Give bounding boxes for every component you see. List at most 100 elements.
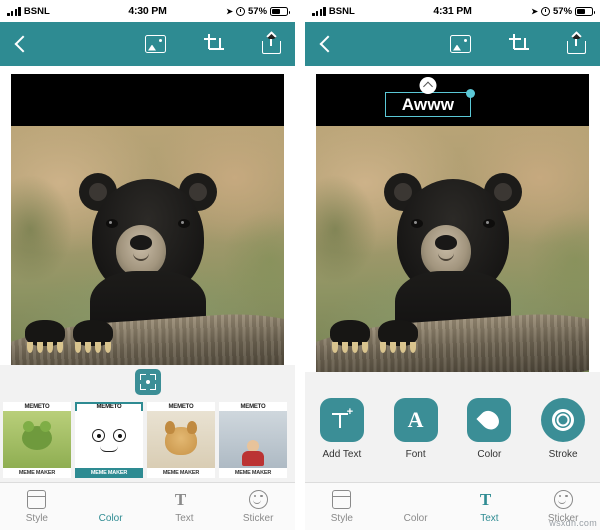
- bear-photo: [11, 126, 284, 384]
- crop-button[interactable]: [204, 34, 224, 54]
- tool-font[interactable]: A Font: [382, 398, 450, 460]
- status-bar-left-group: BSNL: [312, 6, 433, 17]
- battery-percent-label: 57%: [248, 5, 268, 17]
- image-picker-button[interactable]: [145, 35, 166, 53]
- navbar-left: [0, 22, 295, 66]
- template-top-label: MEMETO: [168, 404, 194, 410]
- frame-expand-icon[interactable]: [134, 369, 161, 395]
- template-thumbnail[interactable]: MEMETO MEME MAKER: [147, 402, 215, 478]
- tool-color[interactable]: Color: [455, 398, 523, 460]
- share-button[interactable]: [567, 34, 586, 54]
- sticker-smiley-icon: [553, 489, 573, 509]
- template-top-label: MEMETO: [24, 404, 50, 410]
- crop-icon: [204, 34, 224, 54]
- stroke-ring-icon: [541, 398, 586, 442]
- watermark: wsxdn.com: [549, 518, 597, 528]
- font-icon: A: [393, 398, 438, 442]
- phone-screen-left: BSNL 4:30 PM ➤ 57% MEMETO MEME MAKER MEM…: [0, 0, 295, 530]
- tab-color[interactable]: Color: [379, 483, 453, 530]
- share-button[interactable]: [262, 34, 281, 54]
- tab-sticker[interactable]: Sticker: [221, 483, 295, 530]
- meme-image[interactable]: Awww: [316, 74, 589, 384]
- meme-image[interactable]: [11, 74, 284, 384]
- screenshot-root: BSNL 4:30 PM ➤ 57% MEMETO MEME MAKER MEM…: [0, 0, 600, 530]
- tab-text[interactable]: T Text: [453, 483, 527, 530]
- template-bottom-label: MEME MAKER: [75, 468, 143, 478]
- bear-claws-right: [73, 342, 113, 354]
- meme-top-caption-band: [11, 74, 284, 126]
- tab-text[interactable]: T Text: [148, 483, 222, 530]
- bear-claws-left: [330, 342, 370, 354]
- tab-label: Color: [403, 512, 428, 524]
- image-picker-icon: [145, 35, 166, 53]
- text-overlay-value: Awww: [401, 94, 455, 114]
- bear-photo: [316, 126, 589, 384]
- location-arrow-icon: ➤: [531, 6, 538, 16]
- doge-art: [147, 411, 215, 468]
- navbar-right: [305, 22, 600, 66]
- tool-add-text[interactable]: + Add Text: [308, 398, 376, 460]
- image-picker-button[interactable]: [450, 35, 471, 53]
- share-icon: [262, 34, 281, 54]
- meme-canvas-right[interactable]: Awww: [305, 66, 600, 384]
- status-bar-right: BSNL 4:31 PM ➤ 57%: [305, 0, 600, 22]
- color-drop-icon: [101, 490, 120, 509]
- tool-label: Font: [405, 449, 426, 460]
- template-bottom-label: MEME MAKER: [219, 468, 287, 478]
- tab-label: Text: [175, 512, 194, 524]
- sticker-smiley-icon: [248, 489, 268, 509]
- tool-stroke[interactable]: Stroke: [529, 398, 597, 460]
- template-thumbnail[interactable]: MEMETO MEME MAKER: [3, 402, 71, 478]
- lower-panel-left: MEMETO MEME MAKER MEMETO MEME MAKER MEME…: [0, 365, 295, 530]
- style-icon: [26, 489, 47, 509]
- meme-canvas-left[interactable]: [0, 66, 295, 384]
- crop-button[interactable]: [509, 34, 529, 54]
- phone-screen-right: BSNL 4:31 PM ➤ 57% Awww + Add Text A Fon…: [305, 0, 600, 530]
- tab-label: Sticker: [242, 512, 274, 524]
- rotate-handle-icon[interactable]: [419, 77, 437, 94]
- back-button[interactable]: [14, 35, 32, 53]
- template-top-label: MEMETO: [240, 404, 266, 410]
- tab-style[interactable]: Style: [0, 483, 74, 530]
- battery-icon: [575, 6, 596, 16]
- signal-bars-icon: [312, 6, 326, 16]
- eyes-face-art: [75, 411, 143, 468]
- resize-handle-icon[interactable]: [465, 88, 475, 98]
- template-strip[interactable]: MEMETO MEME MAKER MEMETO MEME MAKER MEME…: [0, 399, 295, 482]
- status-bar-left-group: BSNL: [7, 6, 128, 17]
- tab-style[interactable]: Style: [305, 483, 379, 530]
- tool-label: Stroke: [548, 449, 578, 460]
- text-icon: T: [479, 489, 492, 509]
- bear-eye-right: [177, 219, 190, 229]
- template-thumbnail[interactable]: MEMETO MEME MAKER: [219, 402, 287, 478]
- text-overlay-box[interactable]: Awww: [385, 77, 475, 117]
- tool-label: Add Text: [322, 449, 362, 460]
- back-button[interactable]: [319, 35, 337, 53]
- alarm-clock-icon: [236, 6, 245, 16]
- tool-label: Color: [477, 449, 502, 460]
- bear-claws-left: [25, 342, 65, 354]
- bear-muzzle: [420, 225, 471, 278]
- add-text-icon: +: [319, 398, 364, 442]
- bear-claws-right: [378, 342, 418, 354]
- status-bar-left: BSNL 4:30 PM ➤ 57%: [0, 0, 295, 22]
- tab-color[interactable]: Color: [74, 483, 148, 530]
- tabbar-left: Style Color T Text Sticker: [0, 482, 295, 530]
- frame-button-bar: [0, 365, 295, 399]
- text-tools-bar: + Add Text A Font Color Stroke: [305, 372, 600, 482]
- text-icon: T: [174, 489, 187, 509]
- navbar-actions: [450, 34, 586, 54]
- location-arrow-icon: ➤: [226, 6, 233, 16]
- color-drop-icon: [406, 490, 425, 509]
- frog-art: [3, 411, 71, 468]
- style-icon: [331, 489, 352, 509]
- template-top-label: MEMETO: [75, 402, 143, 411]
- status-time: 4:30 PM: [128, 5, 167, 17]
- tab-label: Style: [330, 512, 353, 524]
- lower-panel-right: + Add Text A Font Color Stroke Style Col…: [305, 372, 600, 530]
- bear-nose: [434, 235, 457, 251]
- template-thumbnail-selected[interactable]: MEMETO MEME MAKER: [75, 402, 143, 478]
- battery-icon: [270, 6, 291, 16]
- template-bottom-label: MEME MAKER: [3, 468, 71, 478]
- crop-icon: [509, 34, 529, 54]
